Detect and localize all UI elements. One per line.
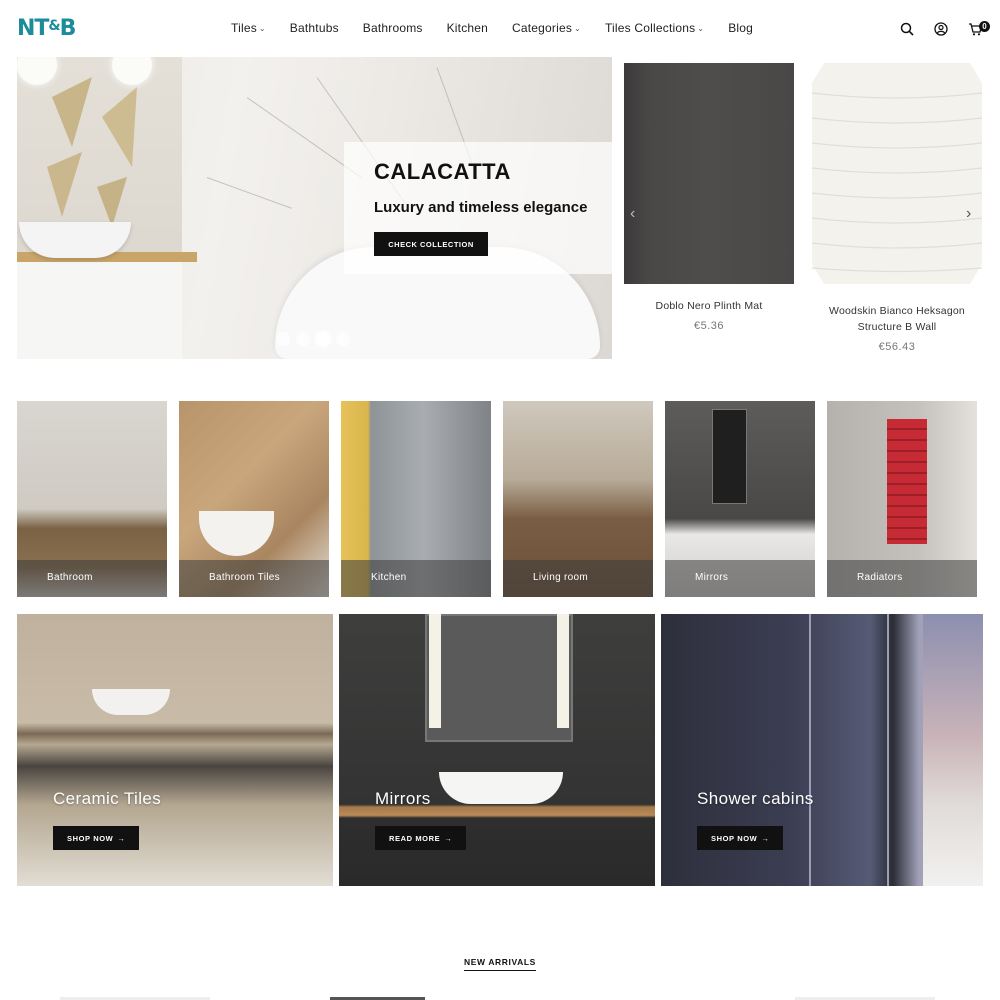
hero-cabinet xyxy=(17,262,182,359)
category-label: Kitchen xyxy=(371,572,407,583)
promo-title: Mirrors xyxy=(375,789,431,808)
shop-now-button[interactable]: SHOP NOW → xyxy=(53,826,140,850)
category-grid: Bathroom Bathroom Tiles Kitchen Living r… xyxy=(17,401,977,597)
slider-dot[interactable] xyxy=(276,332,290,346)
logo-text-main: NT xyxy=(17,16,49,41)
section-heading[interactable]: NEW ARRIVALS xyxy=(464,957,536,971)
promo-title: Ceramic Tiles xyxy=(53,789,162,808)
promo-shower-cabins[interactable]: Shower cabins SHOP NOW → xyxy=(661,614,983,886)
cart-icon[interactable]: 0 xyxy=(966,20,990,38)
site-logo[interactable]: NT&B xyxy=(17,16,77,41)
slider-dot[interactable] xyxy=(336,332,350,346)
category-label-bar xyxy=(341,560,491,597)
promo-basin xyxy=(92,689,170,715)
nav-label: Bathtubs xyxy=(289,21,339,35)
tile-mirror xyxy=(712,409,747,504)
promo-mirror xyxy=(425,614,573,742)
promo-glass-frame xyxy=(809,614,811,886)
category-tile-kitchen[interactable]: Kitchen xyxy=(341,401,491,597)
arrow-right-icon: → xyxy=(117,833,126,843)
nav-label: Tiles xyxy=(231,21,257,35)
button-label: SHOP NOW xyxy=(711,833,758,843)
category-tile-living-room[interactable]: Living room xyxy=(503,401,653,597)
category-label: Living room xyxy=(533,572,588,583)
category-label: Radiators xyxy=(857,572,903,583)
product-image[interactable] xyxy=(624,63,794,284)
category-label: Bathroom xyxy=(47,572,93,583)
category-tile-mirrors[interactable]: Mirrors xyxy=(665,401,815,597)
nav-item-blog[interactable]: Blog xyxy=(728,21,753,35)
hero-slider[interactable]: CALACATTA Luxury and timeless elegance C… xyxy=(17,57,612,359)
category-label-bar xyxy=(665,560,815,597)
chevron-down-icon: ⌄ xyxy=(258,23,266,33)
nav-item-bathtubs[interactable]: Bathtubs xyxy=(290,21,339,35)
nav-label: Kitchen xyxy=(446,21,489,35)
hero-title: CALACATTA xyxy=(374,159,511,184)
main-nav: Tiles ⌄ Bathtubs Bathrooms Kitchen Catego… xyxy=(231,21,777,35)
promo-glass-frame xyxy=(887,614,889,886)
site-header: NT&B Tiles ⌄ Bathtubs Bathrooms Kitchen C… xyxy=(0,0,1000,57)
tile-radiator xyxy=(887,419,927,544)
hero-caption-card: CALACATTA Luxury and timeless elegance C… xyxy=(344,142,612,274)
promo-banners: Ceramic Tiles SHOP NOW → Mirrors READ MOR… xyxy=(17,614,983,886)
nav-label: Tiles Collections xyxy=(604,21,696,35)
promo-basin xyxy=(439,772,563,804)
button-label: SHOP NOW xyxy=(67,833,114,843)
nav-item-tiles[interactable]: Tiles ⌄ xyxy=(231,21,266,35)
nav-label: Categories xyxy=(512,21,573,35)
category-tile-bathroom-tiles[interactable]: Bathroom Tiles xyxy=(179,401,329,597)
user-icon[interactable] xyxy=(932,20,950,38)
product-card[interactable]: Doblo Nero Plinth Mat €5.36 xyxy=(624,63,794,332)
product-image[interactable] xyxy=(811,63,983,284)
tile-basin xyxy=(199,511,274,556)
promo-ceramic-tiles[interactable]: Ceramic Tiles SHOP NOW → xyxy=(17,614,333,886)
new-arrivals-section: NEW ARRIVALS xyxy=(0,952,1000,971)
arrow-right-icon: → xyxy=(444,833,453,843)
nav-label: Bathrooms xyxy=(362,21,423,35)
logo-text-end: B xyxy=(59,16,77,41)
nav-item-kitchen[interactable]: Kitchen xyxy=(447,21,488,35)
product-price: €5.36 xyxy=(693,320,725,332)
read-more-button[interactable]: READ MORE → xyxy=(375,826,467,850)
button-label: READ MORE xyxy=(389,833,441,843)
product-price: €56.43 xyxy=(878,341,916,353)
check-collection-button[interactable]: CHECK COLLECTION xyxy=(374,232,488,256)
chevron-down-icon: ⌄ xyxy=(574,23,581,33)
category-label: Bathroom Tiles xyxy=(209,572,280,583)
chevron-down-icon: ⌄ xyxy=(697,23,705,33)
nav-item-categories[interactable]: Categories ⌄ xyxy=(512,21,581,35)
nav-label: Blog xyxy=(728,21,754,35)
arrow-right-icon: → xyxy=(761,833,770,843)
nav-item-tiles-collections[interactable]: Tiles Collections ⌄ xyxy=(605,21,704,35)
category-tile-bathroom[interactable]: Bathroom xyxy=(17,401,167,597)
shop-now-button[interactable]: SHOP NOW → xyxy=(697,826,784,850)
category-tile-radiators[interactable]: Radiators xyxy=(827,401,977,597)
hero-subtitle: Luxury and timeless elegance xyxy=(374,199,588,216)
slider-dot[interactable] xyxy=(296,332,310,346)
promo-mirrors[interactable]: Mirrors READ MORE → xyxy=(339,614,655,886)
product-carousel: Doblo Nero Plinth Mat €5.36 Woodskin Bia… xyxy=(624,57,1000,359)
carousel-next-icon[interactable]: › xyxy=(966,205,971,223)
marble-vein xyxy=(206,177,292,209)
nav-item-bathrooms[interactable]: Bathrooms xyxy=(363,21,423,35)
promo-led-strip xyxy=(557,614,569,728)
search-icon[interactable] xyxy=(898,20,916,38)
product-name[interactable]: Woodskin Bianco Heksagon Structure B Wal… xyxy=(812,303,982,335)
logo-ampersand: & xyxy=(48,18,60,34)
category-label: Mirrors xyxy=(695,572,729,583)
promo-window-view xyxy=(923,614,983,886)
product-name[interactable]: Doblo Nero Plinth Mat xyxy=(624,298,794,314)
promo-title: Shower cabins xyxy=(697,789,814,808)
product-card[interactable]: Woodskin Bianco Heksagon Structure B Wal… xyxy=(811,63,983,353)
header-actions: 0 xyxy=(898,20,990,38)
carousel-prev-icon[interactable]: ‹ xyxy=(630,205,635,223)
promo-led-strip xyxy=(429,614,441,728)
slider-pagination xyxy=(276,332,350,346)
cart-count-badge: 0 xyxy=(979,21,990,32)
slider-dot-active[interactable] xyxy=(316,332,330,346)
